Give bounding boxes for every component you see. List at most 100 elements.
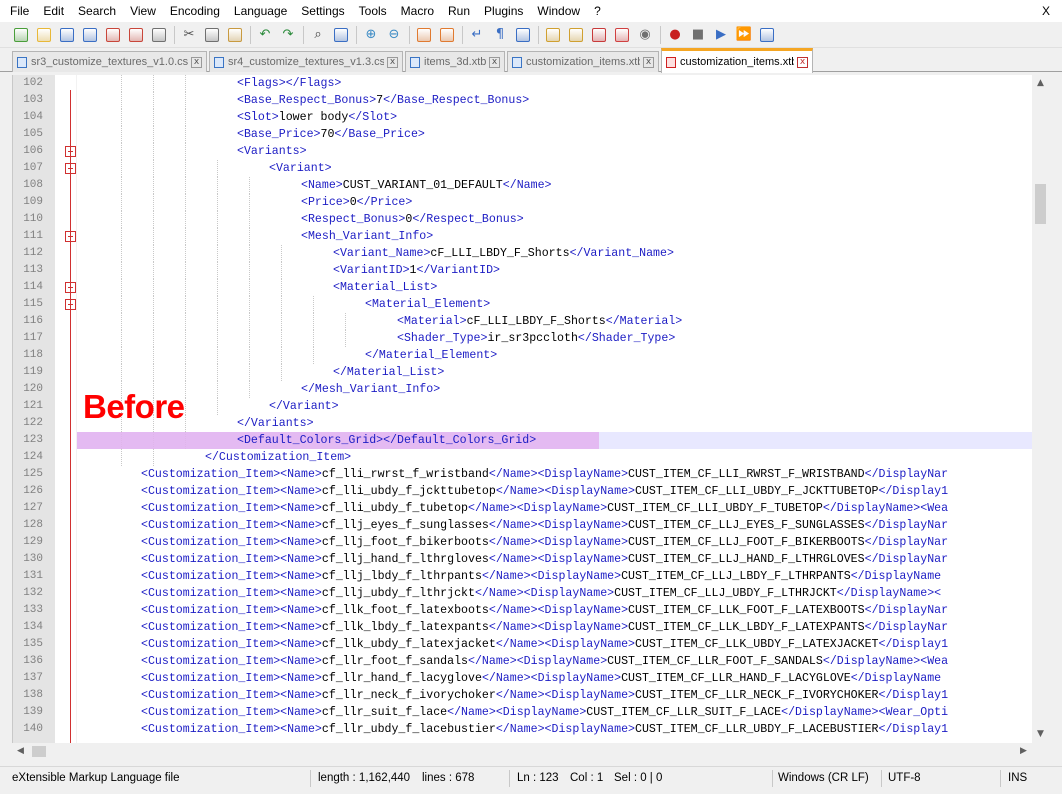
open-file-button[interactable] (35, 26, 53, 44)
function-list-button[interactable] (590, 26, 608, 44)
record-macro-button[interactable]: ● (666, 26, 684, 44)
menu-tools[interactable]: Tools (352, 0, 394, 22)
code-line[interactable]: 124 </Customization_Item> (13, 449, 1032, 466)
code-line[interactable]: 116 <Material>cF_LLI_LBDY_F_Shorts</Mater… (13, 313, 1032, 330)
code-line[interactable]: 140 <Customization_Item><Name>cf_llr_ubdy… (13, 721, 1032, 738)
tab-sr4-customize-textures-v1-3-csv[interactable]: sr4_customize_textures_v1.3.csv x (209, 51, 403, 72)
scroll-right-icon[interactable]: ▶ (1015, 743, 1032, 760)
code-line[interactable]: 114 <Material_List> (13, 279, 1032, 296)
close-document-button[interactable]: X (1042, 0, 1050, 22)
close-all-button[interactable] (127, 26, 145, 44)
code-line[interactable]: 135 <Customization_Item><Name>cf_llk_ubdy… (13, 636, 1032, 653)
redo-button[interactable]: ↷ (279, 26, 297, 44)
menu-encoding[interactable]: Encoding (163, 0, 227, 22)
save-all-button[interactable] (81, 26, 99, 44)
menu-settings[interactable]: Settings (294, 0, 351, 22)
close-button[interactable] (104, 26, 122, 44)
vertical-scrollbar[interactable]: ▲ ▼ (1032, 75, 1049, 743)
code-line[interactable]: 113 <VariantID>1</VariantID> (13, 262, 1032, 279)
code-line[interactable]: 139 <Customization_Item><Name>cf_llr_suit… (13, 704, 1032, 721)
menu-language[interactable]: Language (227, 0, 294, 22)
code-line[interactable]: 138 <Customization_Item><Name>cf_llr_neck… (13, 687, 1032, 704)
folder-workspace-button[interactable] (613, 26, 631, 44)
code-line[interactable]: 134 <Customization_Item><Name>cf_llk_lbdy… (13, 619, 1032, 636)
horizontal-scroll-thumb[interactable] (32, 746, 46, 757)
vertical-scroll-thumb[interactable] (1035, 184, 1046, 224)
code-line[interactable]: 111 <Mesh_Variant_Info> (13, 228, 1032, 245)
code-line[interactable]: 117 <Shader_Type>ir_sr3pccloth</Shader_Ty… (13, 330, 1032, 347)
sync-horizontal-button[interactable] (438, 26, 456, 44)
tab-close-icon[interactable]: x (489, 56, 500, 68)
cut-button[interactable]: ✂ (180, 26, 198, 44)
status-encoding[interactable]: UTF-8 (886, 767, 921, 789)
code-line[interactable]: 126 <Customization_Item><Name>cf_lli_ubdy… (13, 483, 1032, 500)
menu-view[interactable]: View (123, 0, 163, 22)
code-line[interactable]: 119 </Material_List> (13, 364, 1032, 381)
code-line[interactable]: 118 </Material_Element> (13, 347, 1032, 364)
code-line[interactable]: 129 <Customization_Item><Name>cf_llj_foot… (13, 534, 1032, 551)
menu-macro[interactable]: Macro (394, 0, 441, 22)
show-all-characters-button[interactable]: ¶ (491, 26, 509, 44)
document-map-button[interactable] (567, 26, 585, 44)
code-line[interactable]: 132 <Customization_Item><Name>cf_llj_ubdy… (13, 585, 1032, 602)
code-line[interactable]: 104 <Slot>lower body</Slot> (13, 109, 1032, 126)
save-macro-button[interactable] (758, 26, 776, 44)
tab-close-icon[interactable]: x (191, 56, 202, 68)
undo-button[interactable]: ↶ (256, 26, 274, 44)
menu-window[interactable]: Window (530, 0, 587, 22)
tab-close-icon[interactable]: x (643, 56, 654, 68)
tab-sr3-customize-textures-v1-0-csv[interactable]: sr3_customize_textures_v1.0.csv x (12, 51, 207, 72)
indent-guide-button[interactable] (514, 26, 532, 44)
copy-button[interactable] (203, 26, 221, 44)
code-line[interactable]: 105 <Base_Price>70</Base_Price> (13, 126, 1032, 143)
playback-macro-button[interactable]: ▶ (712, 26, 730, 44)
tab-close-icon[interactable]: x (387, 56, 398, 68)
print-button[interactable] (150, 26, 168, 44)
code-line[interactable]: 107 <Variant> (13, 160, 1032, 177)
stop-recording-button[interactable]: ■ (689, 26, 707, 44)
menu-plugins[interactable]: Plugins (477, 0, 530, 22)
code-line[interactable]: 106 <Variants> (13, 143, 1032, 160)
monitoring-button[interactable]: ◉ (636, 26, 654, 44)
scroll-left-icon[interactable]: ◀ (12, 743, 29, 760)
paste-button[interactable] (226, 26, 244, 44)
code-line[interactable]: 137 <Customization_Item><Name>cf_llr_hand… (13, 670, 1032, 687)
new-file-button[interactable] (12, 26, 30, 44)
replace-button[interactable] (332, 26, 350, 44)
tab-items-3d-xtbl[interactable]: items_3d.xtbl x (405, 51, 505, 72)
status-insert-mode[interactable]: INS (1006, 767, 1027, 789)
code-line[interactable]: 115 <Material_Element> (13, 296, 1032, 313)
tab-customization-items-xtbl[interactable]: customization_items.xtbl x (661, 48, 813, 73)
code-line[interactable]: 131 <Customization_Item><Name>cf_llj_lbdy… (13, 568, 1032, 585)
user-language-button[interactable] (544, 26, 562, 44)
code-line[interactable]: 109 <Price>0</Price> (13, 194, 1032, 211)
scroll-down-icon[interactable]: ▼ (1032, 726, 1049, 743)
code-line[interactable]: 127 <Customization_Item><Name>cf_lli_ubdy… (13, 500, 1032, 517)
code-line[interactable]: 108 <Name>CUST_VARIANT_01_DEFAULT</Name> (13, 177, 1032, 194)
code-line[interactable]: 130 <Customization_Item><Name>cf_llj_hand… (13, 551, 1032, 568)
code-line[interactable]: 103 <Base_Respect_Bonus>7</Base_Respect_B… (13, 92, 1032, 109)
zoom-out-button[interactable]: ⊖ (385, 26, 403, 44)
word-wrap-button[interactable]: ↵ (468, 26, 486, 44)
code-line[interactable]: 110 <Respect_Bonus>0</Respect_Bonus> (13, 211, 1032, 228)
zoom-in-button[interactable]: ⊕ (362, 26, 380, 44)
code-line[interactable]: 102 <Flags></Flags> (13, 75, 1032, 92)
code-line[interactable]: 136 <Customization_Item><Name>cf_llr_foot… (13, 653, 1032, 670)
code-line[interactable]: 123 <Default_Colors_Grid></Default_Colors… (13, 432, 1032, 449)
code-line[interactable]: 125 <Customization_Item><Name>cf_lli_rwrs… (13, 466, 1032, 483)
sync-vertical-button[interactable] (415, 26, 433, 44)
status-eol-format[interactable]: Windows (CR LF) (776, 767, 869, 789)
run-macro-multiple-button[interactable]: ⏩ (735, 26, 753, 44)
scroll-up-icon[interactable]: ▲ (1032, 75, 1049, 92)
code-line[interactable]: 128 <Customization_Item><Name>cf_llj_eyes… (13, 517, 1032, 534)
tab-close-icon[interactable]: x (797, 56, 808, 68)
menu-file[interactable]: File (0, 0, 36, 22)
tab-customization-items-xtbl[interactable]: customization_items.xtbl x (507, 51, 659, 72)
find-button[interactable]: ⌕ (309, 26, 327, 44)
menu-edit[interactable]: Edit (36, 0, 71, 22)
menu-help[interactable]: ? (587, 0, 608, 22)
menu-search[interactable]: Search (71, 0, 123, 22)
save-button[interactable] (58, 26, 76, 44)
code-line[interactable]: 112 <Variant_Name>cF_LLI_LBDY_F_Shorts</V… (13, 245, 1032, 262)
menu-run[interactable]: Run (441, 0, 477, 22)
